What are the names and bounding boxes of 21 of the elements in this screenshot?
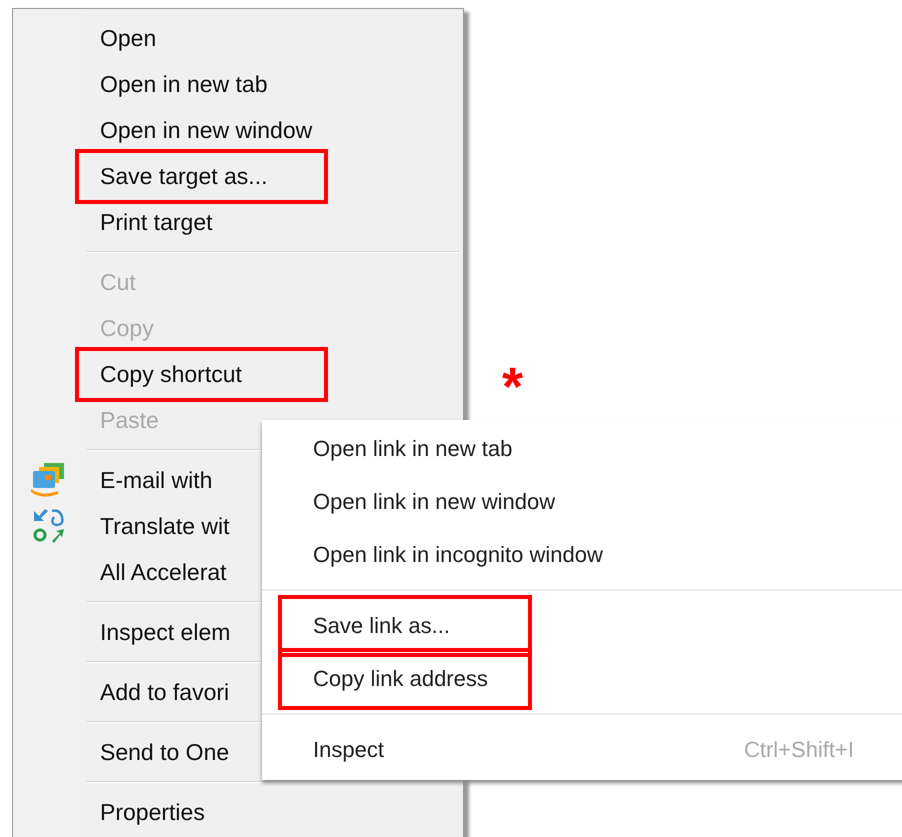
menu-item[interactable]: Save link as... bbox=[278, 594, 532, 656]
menu-item[interactable]: E-mail with bbox=[100, 466, 212, 494]
menu-item[interactable]: Open link in incognito window bbox=[313, 542, 603, 568]
menu-item[interactable]: Add to favori bbox=[100, 678, 230, 706]
menu-item[interactable]: Open in new window bbox=[100, 116, 312, 144]
menu-item[interactable]: Print target bbox=[100, 208, 212, 236]
shortcut-label: Ctrl+Shift+I bbox=[744, 736, 854, 762]
menu-item[interactable]: Inspect elem bbox=[100, 618, 230, 646]
menu-item[interactable]: Translate wit bbox=[100, 512, 230, 540]
menu-item[interactable]: Send to One bbox=[100, 738, 230, 766]
menu-item[interactable]: Save target as... bbox=[75, 148, 328, 204]
menu-item[interactable]: Open link in new window bbox=[313, 488, 556, 514]
menu-item[interactable]: Copy link address bbox=[278, 648, 532, 710]
menu-item[interactable]: Open bbox=[100, 24, 156, 52]
asterisk-mark: * bbox=[502, 360, 524, 414]
menu-item[interactable]: All Accelerat bbox=[100, 558, 227, 586]
menu-item[interactable]: Properties bbox=[100, 798, 205, 826]
menu-item[interactable]: Inspect bbox=[313, 736, 384, 762]
menu-item[interactable]: Copy shortcut bbox=[75, 346, 328, 402]
menu-item[interactable]: Open link in new tab bbox=[313, 436, 512, 462]
menu-item[interactable]: Open in new tab bbox=[100, 70, 268, 98]
